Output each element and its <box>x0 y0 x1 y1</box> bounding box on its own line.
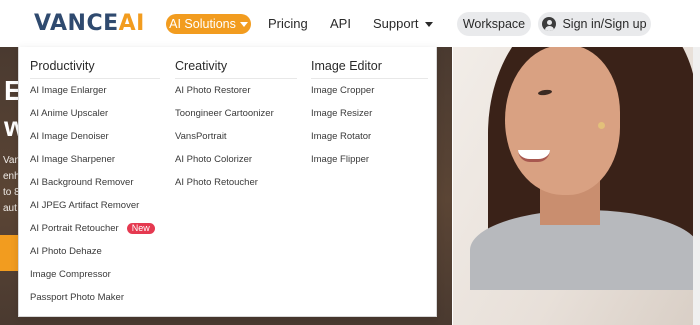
menu-item[interactable]: Passport Photo Maker <box>30 292 160 315</box>
menu-column-productivity: Productivity AI Image Enlarger AI Anime … <box>30 59 160 315</box>
menu-item[interactable]: Image Cropper <box>311 85 428 108</box>
menu-item-label: AI Portrait Retoucher <box>30 223 119 234</box>
site-header: VANCEAI AI Solutions Pricing API Support… <box>0 0 700 47</box>
menu-item[interactable]: Image Compressor <box>30 269 160 292</box>
nav-support[interactable]: Support <box>373 16 433 31</box>
nav-api[interactable]: API <box>330 16 351 31</box>
portrait-face <box>505 45 620 195</box>
menu-item[interactable]: Image Rotator <box>311 131 428 154</box>
page-scrollbar[interactable] <box>693 47 700 325</box>
menu-item[interactable]: AI Image Enlarger <box>30 85 160 108</box>
ai-solutions-dropdown: Productivity AI Image Enlarger AI Anime … <box>18 47 437 317</box>
nav-ai-solutions-label: AI Solutions <box>169 17 236 31</box>
signin-label: Sign in/Sign up <box>562 17 647 31</box>
vanceai-logo[interactable]: VANCEAI <box>34 11 145 36</box>
menu-item[interactable]: AI Photo Restorer <box>175 85 297 108</box>
nav-pricing[interactable]: Pricing <box>268 16 308 31</box>
menu-item[interactable]: AI Photo Colorizer <box>175 154 297 177</box>
menu-item[interactable]: AI Image Sharpener <box>30 154 160 177</box>
portrait-earring <box>598 122 605 129</box>
nav-ai-solutions[interactable]: AI Solutions <box>166 14 251 34</box>
chevron-down-icon <box>239 22 248 27</box>
menu-item[interactable]: AI Photo Retoucher <box>175 177 297 200</box>
logo-accent-text: AI <box>118 11 145 36</box>
logo-main-text: VANCE <box>34 11 119 36</box>
menu-item[interactable]: Image Resizer <box>311 108 428 131</box>
new-badge: New <box>126 223 155 234</box>
menu-item[interactable]: AI Image Denoiser <box>30 131 160 154</box>
hero-text-line: aut <box>3 203 17 214</box>
menu-column-title: Image Editor <box>311 59 428 79</box>
menu-item[interactable]: AI JPEG Artifact Remover <box>30 200 160 223</box>
menu-column-title: Creativity <box>175 59 297 79</box>
hero-cta-button[interactable] <box>0 235 20 271</box>
chevron-down-icon <box>424 21 433 27</box>
menu-item[interactable]: AI Background Remover <box>30 177 160 200</box>
workspace-button[interactable]: Workspace <box>457 12 531 36</box>
menu-item[interactable]: Image Flipper <box>311 154 428 177</box>
menu-item[interactable]: VansPortrait <box>175 131 297 154</box>
menu-item[interactable]: AI Portrait Retoucher New <box>30 223 160 246</box>
menu-item[interactable]: Toongineer Cartoonizer <box>175 108 297 131</box>
menu-column-image-editor: Image Editor Image Cropper Image Resizer… <box>311 59 428 177</box>
menu-item[interactable]: AI Photo Dehaze <box>30 246 160 269</box>
menu-item[interactable]: AI Anime Upscaler <box>30 108 160 131</box>
user-icon <box>542 17 557 31</box>
signin-button[interactable]: Sign in/Sign up <box>538 12 651 36</box>
nav-support-label: Support <box>373 16 419 31</box>
menu-column-title: Productivity <box>30 59 160 79</box>
menu-column-creativity: Creativity AI Photo Restorer Toongineer … <box>175 59 297 200</box>
